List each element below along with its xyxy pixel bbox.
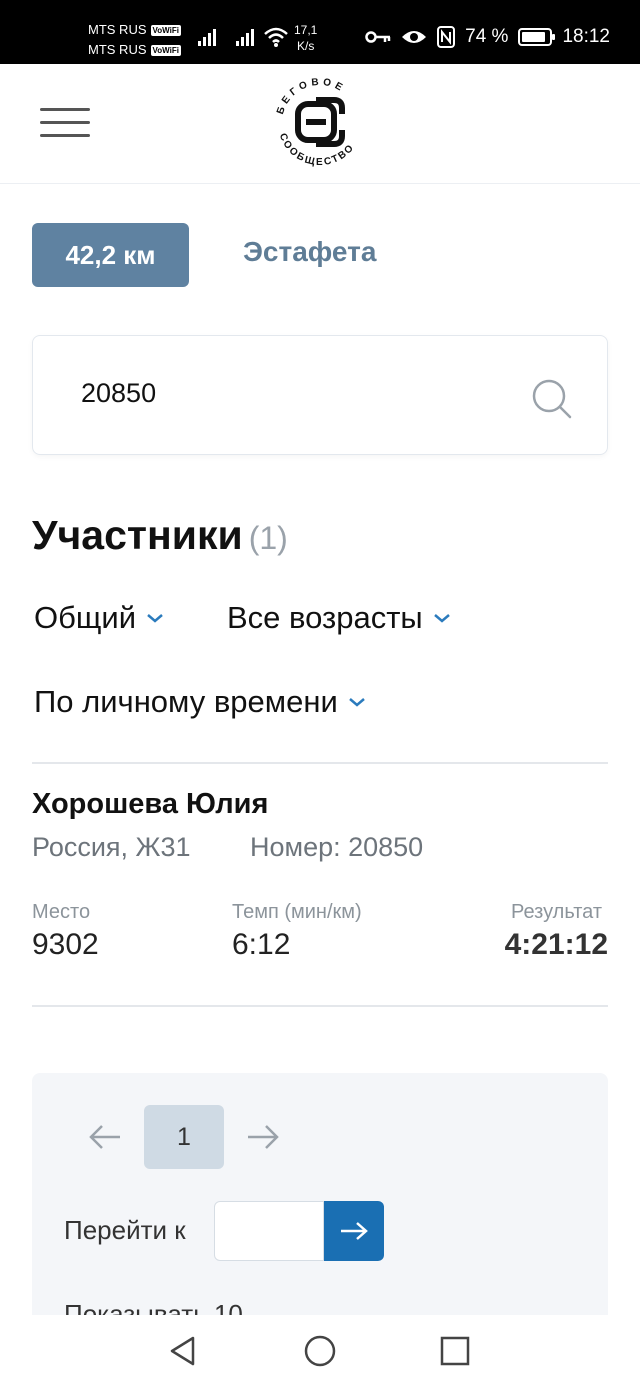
goto-button[interactable] — [324, 1201, 384, 1261]
recents-icon[interactable] — [437, 1333, 473, 1369]
goto-page-input[interactable] — [214, 1201, 324, 1261]
vowifi-badge: VoWiFi — [150, 24, 181, 36]
key-icon — [365, 31, 391, 43]
age-filter-label: Все возрасты — [227, 600, 423, 635]
chevron-down-icon — [348, 698, 365, 707]
back-icon[interactable] — [165, 1333, 201, 1369]
battery-icon — [518, 28, 556, 46]
search-icon[interactable] — [531, 378, 573, 420]
nfc-icon — [437, 26, 456, 48]
result-label: Результат — [511, 901, 602, 923]
goto-label: Перейти к — [64, 1215, 186, 1245]
signal-icon — [236, 28, 254, 46]
search-input[interactable]: 20850 — [81, 378, 156, 409]
gender-filter-label: Общий — [34, 600, 137, 635]
carrier-info: MTS RUS VoWiFi MTS RUS VoWiFi — [88, 20, 181, 60]
battery-percent: 74 % — [465, 26, 509, 47]
page-button[interactable]: 1 — [144, 1105, 224, 1169]
status-right: 74 % 18:12 — [365, 26, 610, 48]
system-nav-bar — [0, 1315, 640, 1387]
vowifi-badge: VoWiFi — [150, 44, 181, 56]
chevron-down-icon — [147, 614, 163, 623]
menu-icon[interactable] — [40, 108, 90, 142]
speed-unit: K/s — [297, 39, 315, 53]
pace-value: 6:12 — [232, 928, 291, 961]
tab-relay[interactable]: Эстафета — [243, 236, 376, 268]
carrier-1-label: MTS RUS — [88, 22, 147, 37]
arrow-right-icon — [341, 1222, 368, 1240]
sort-filter-label: По личному времени — [34, 684, 338, 719]
place-label: Место — [32, 901, 91, 923]
gender-filter[interactable]: Общий — [34, 600, 164, 636]
wifi-icon — [264, 27, 288, 47]
result-value: 4:21:12 — [504, 928, 608, 961]
participant-number: Номер: 20850 — [250, 832, 424, 862]
arrow-left-icon[interactable] — [88, 1123, 122, 1151]
home-icon[interactable] — [302, 1333, 338, 1369]
divider — [32, 1005, 608, 1007]
clock: 18:12 — [562, 26, 610, 47]
search-box[interactable]: 20850 — [32, 335, 608, 455]
tab-marathon[interactable]: 42,2 км — [32, 223, 189, 287]
participant-name[interactable]: Хорошева Юлия — [32, 788, 268, 821]
chevron-down-icon — [433, 614, 450, 623]
pagination: 1 Перейти к Показывать 10 — [32, 1073, 608, 1333]
participants-title-text: Участники — [32, 512, 243, 558]
pace-label: Темп (мин/км) — [232, 901, 362, 923]
sort-filter[interactable]: По личному времени — [34, 684, 366, 720]
logo-top-text: БЕГОВОЕ — [275, 77, 343, 116]
place-value: 9302 — [32, 928, 99, 961]
status-bar: MTS RUS VoWiFi MTS RUS VoWiFi 17,1 K/s 74 … — [0, 0, 640, 64]
site-header: БЕГОВОЕ СООБЩЕСТВО — [0, 64, 640, 184]
signal-icon — [198, 28, 216, 46]
svg-text:БЕГОВОЕ: БЕГОВОЕ — [275, 77, 347, 116]
carrier-2-label: MTS RUS — [88, 42, 147, 57]
logo[interactable]: БЕГОВОЕ СООБЩЕСТВО — [270, 70, 370, 176]
age-filter[interactable]: Все возрасты — [227, 600, 451, 636]
speed-value: 17,1 — [294, 23, 318, 37]
eye-icon — [402, 31, 427, 43]
network-speed: 17,1 K/s — [294, 22, 317, 54]
participant-country-group: Россия, Ж31 — [32, 832, 191, 862]
participants-title: Участники (1) — [32, 512, 288, 559]
participants-count: (1) — [248, 520, 288, 556]
divider — [32, 762, 608, 764]
arrow-right-icon[interactable] — [246, 1123, 280, 1151]
